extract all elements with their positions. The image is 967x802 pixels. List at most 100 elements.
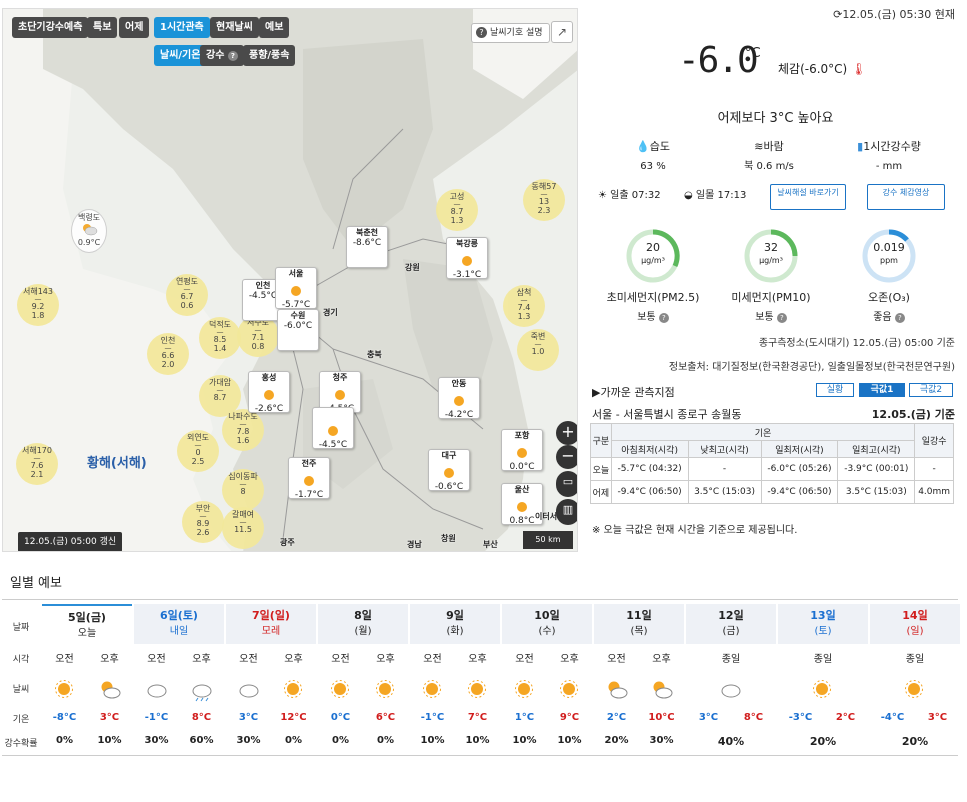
station-bubble[interactable]: 덕적도 —8.5 1.4 (199, 317, 241, 359)
ruler-icon[interactable]: ▭ (556, 471, 577, 497)
region-label: 강원 (405, 263, 420, 272)
map-subtab-rain[interactable]: 강수 ? (200, 45, 244, 66)
help-icon[interactable]: ? (894, 313, 905, 323)
station-bubble[interactable]: 나파수도 —7.8 1.6 (222, 409, 264, 451)
station-value: 1.6 (236, 436, 250, 445)
low-temp: -3°C (788, 712, 813, 723)
station-value: 8 (240, 487, 246, 496)
map-tab-warning[interactable]: 특보 (87, 17, 118, 38)
pop-am: 30% (144, 735, 169, 746)
table-footnote: ※ 오늘 극값은 현재 시간을 기준으로 제공됩니다. (592, 525, 798, 536)
rain-video-button[interactable]: 강수 체감영상 (867, 184, 945, 210)
am-label: 오전 (331, 654, 350, 665)
weather-commentary-button[interactable]: 날씨해설 바로가기 (770, 184, 846, 210)
map-subtab-wind[interactable]: 풍향/풍속 (243, 45, 296, 66)
sun-icon (422, 680, 441, 698)
table-cell: -5.7°C (04:32) (610, 457, 689, 481)
help-icon[interactable]: ? (658, 313, 669, 323)
map-tab-yesterday[interactable]: 어제 (119, 17, 150, 38)
current-time: ⟳12.05.(금) 05:30 현재 (833, 6, 955, 22)
station-bubble[interactable]: 서수도 —7.1 0.8 (237, 315, 279, 357)
map-tab-current[interactable]: 현재날씨 (210, 17, 259, 38)
high-temp: 8°C (191, 712, 212, 723)
station-card[interactable]: 대전-4.5°C (312, 407, 354, 450)
day-column[interactable]: 6일(토) 내일 오전 오후 -1°C 8°C 30% 60% (134, 604, 224, 754)
pop-pm: 10% (97, 735, 122, 746)
station-card[interactable]: 서울 -5.7°C (275, 267, 317, 310)
pop-pm: 60% (189, 735, 214, 746)
station-bubble[interactable]: 동해57—13 2.3 (523, 179, 565, 221)
allday-label: 종일 (813, 654, 833, 665)
station-card[interactable]: 안동 -4.2°C (438, 377, 480, 420)
pm-label: 오후 (284, 654, 303, 665)
pm10-value: 32 (764, 241, 778, 254)
ozone-unit: ppm (880, 256, 898, 265)
day-column[interactable]: 8일 (월) 오전 오후 0°C 6°C 0% 0% (318, 604, 408, 754)
day-column[interactable]: 5일(금) 오늘 오전 오후 -8°C 3°C 0% 10% (42, 604, 132, 754)
station-value: 1.0 (531, 347, 545, 356)
zoom-out-button[interactable]: − (556, 445, 577, 469)
day-column[interactable]: 14일 (일) 종일 -4°C 3°C 20% (870, 604, 960, 754)
table-cell: -3.9°C (00:01) (837, 457, 916, 481)
station-value: 8.9 (196, 519, 210, 528)
station-bubble[interactable]: 연평도 —6.7 0.6 (166, 274, 208, 316)
station-name: 포항 (514, 431, 530, 440)
station-bubble[interactable]: 백령도 0.9°C (71, 209, 107, 253)
low-temp: -1°C (420, 712, 445, 723)
zoom-in-button[interactable]: + (556, 421, 577, 445)
station-card[interactable]: 북강릉 -3.1°C (446, 237, 488, 280)
station-card[interactable]: 수원 -6.0°C (277, 309, 319, 351)
weather-map[interactable]: 초단기강수예측 특보 어제 1시간관측 현재날씨 예보 날씨/기온 강수 ? 풍… (2, 8, 578, 552)
map-subtab-temp[interactable]: 날씨/기온 (154, 45, 207, 66)
day-column[interactable]: 7일(일) 모레 오전 오후 3°C 12°C 30% 0% (226, 604, 316, 754)
map-tab-nowcast[interactable]: 초단기강수예측 (12, 17, 89, 38)
tab-extreme1[interactable]: 극값1 (859, 383, 905, 397)
station-card[interactable]: 전주 -1.7°C (288, 457, 330, 500)
external-link-icon[interactable]: ↗ (551, 21, 573, 43)
map-tab-forecast[interactable]: 예보 (259, 17, 290, 38)
region-label: 부산 (483, 540, 498, 549)
legend-button[interactable]: ? 날씨기호 설명 (471, 23, 550, 43)
day-column[interactable]: 12일 (금) 종일 3°C 8°C 40% (686, 604, 776, 754)
sun-icon (264, 390, 274, 400)
sun-icon (54, 680, 73, 698)
refresh-icon[interactable]: ⟳ (833, 8, 842, 21)
station-bubble[interactable]: 고성 —8.7 1.3 (436, 189, 478, 231)
station-bubble[interactable]: 인천 —6.6 2.0 (147, 333, 189, 375)
station-bubble[interactable]: 죽변 —1.0 (517, 329, 559, 371)
pop-am: 10% (512, 735, 537, 746)
help-icon[interactable]: ? (776, 313, 787, 323)
map-tab-hourly-obs[interactable]: 1시간관측 (154, 17, 210, 38)
station-bubble[interactable]: 삼척 —7.4 1.3 (503, 285, 545, 327)
station-bubble[interactable]: 외연도 —0 2.5 (177, 430, 219, 472)
station-name: 홍성 (261, 373, 277, 382)
high-temp: 10°C (648, 712, 675, 723)
station-card[interactable]: 포항 0.0°C (501, 429, 543, 472)
tab-realtime[interactable]: 실황 (816, 383, 854, 397)
sunset-icon: ◒ (684, 190, 693, 201)
station-bubble[interactable]: 갈매여 —11.5 (222, 507, 264, 549)
region-label: 경기 (323, 308, 338, 317)
layers-icon[interactable]: ▥ (556, 499, 577, 525)
station-temp: -4.5°C (318, 440, 348, 450)
day-column[interactable]: 10일 (수) 오전 오후 1°C 9°C 10% 10% (502, 604, 592, 754)
station-bubble[interactable]: 부안 —8.9 2.6 (182, 501, 224, 543)
row-label-pop: 강수확률 (4, 739, 38, 749)
station-card[interactable]: 북춘천 -8.6°C (346, 226, 388, 268)
day-column[interactable]: 13일 (토) 종일 -3°C 2°C 20% (778, 604, 868, 754)
station-card[interactable]: 대구 -0.6°C (428, 449, 470, 492)
sun-icon (454, 396, 464, 406)
day-date: 9일 (446, 609, 464, 622)
day-column[interactable]: 9일 (화) 오전 오후 -1°C 7°C 10% 10% (410, 604, 500, 754)
pm10-gauge: 32 μg/m³ 미세먼지(PM10) 보통 ? (716, 228, 826, 323)
station-bubble[interactable]: 서해170—7.6 2.1 (16, 443, 58, 485)
station-card[interactable]: 홍성 -2.6°C (248, 371, 290, 414)
low-temp: 3°C (698, 712, 719, 723)
day-date: 6일(토) (160, 609, 198, 622)
station-bubble[interactable]: 서해143—9.2 1.8 (17, 284, 59, 326)
day-column[interactable]: 11일 (목) 오전 오후 2°C 10°C 20% 30% (594, 604, 684, 754)
station-bubble[interactable]: 십이동파 —8 (222, 469, 264, 511)
low-temp: -8°C (52, 712, 77, 723)
day-header: 12일 (금) (686, 604, 776, 644)
tab-extreme2[interactable]: 극값2 (909, 383, 953, 397)
